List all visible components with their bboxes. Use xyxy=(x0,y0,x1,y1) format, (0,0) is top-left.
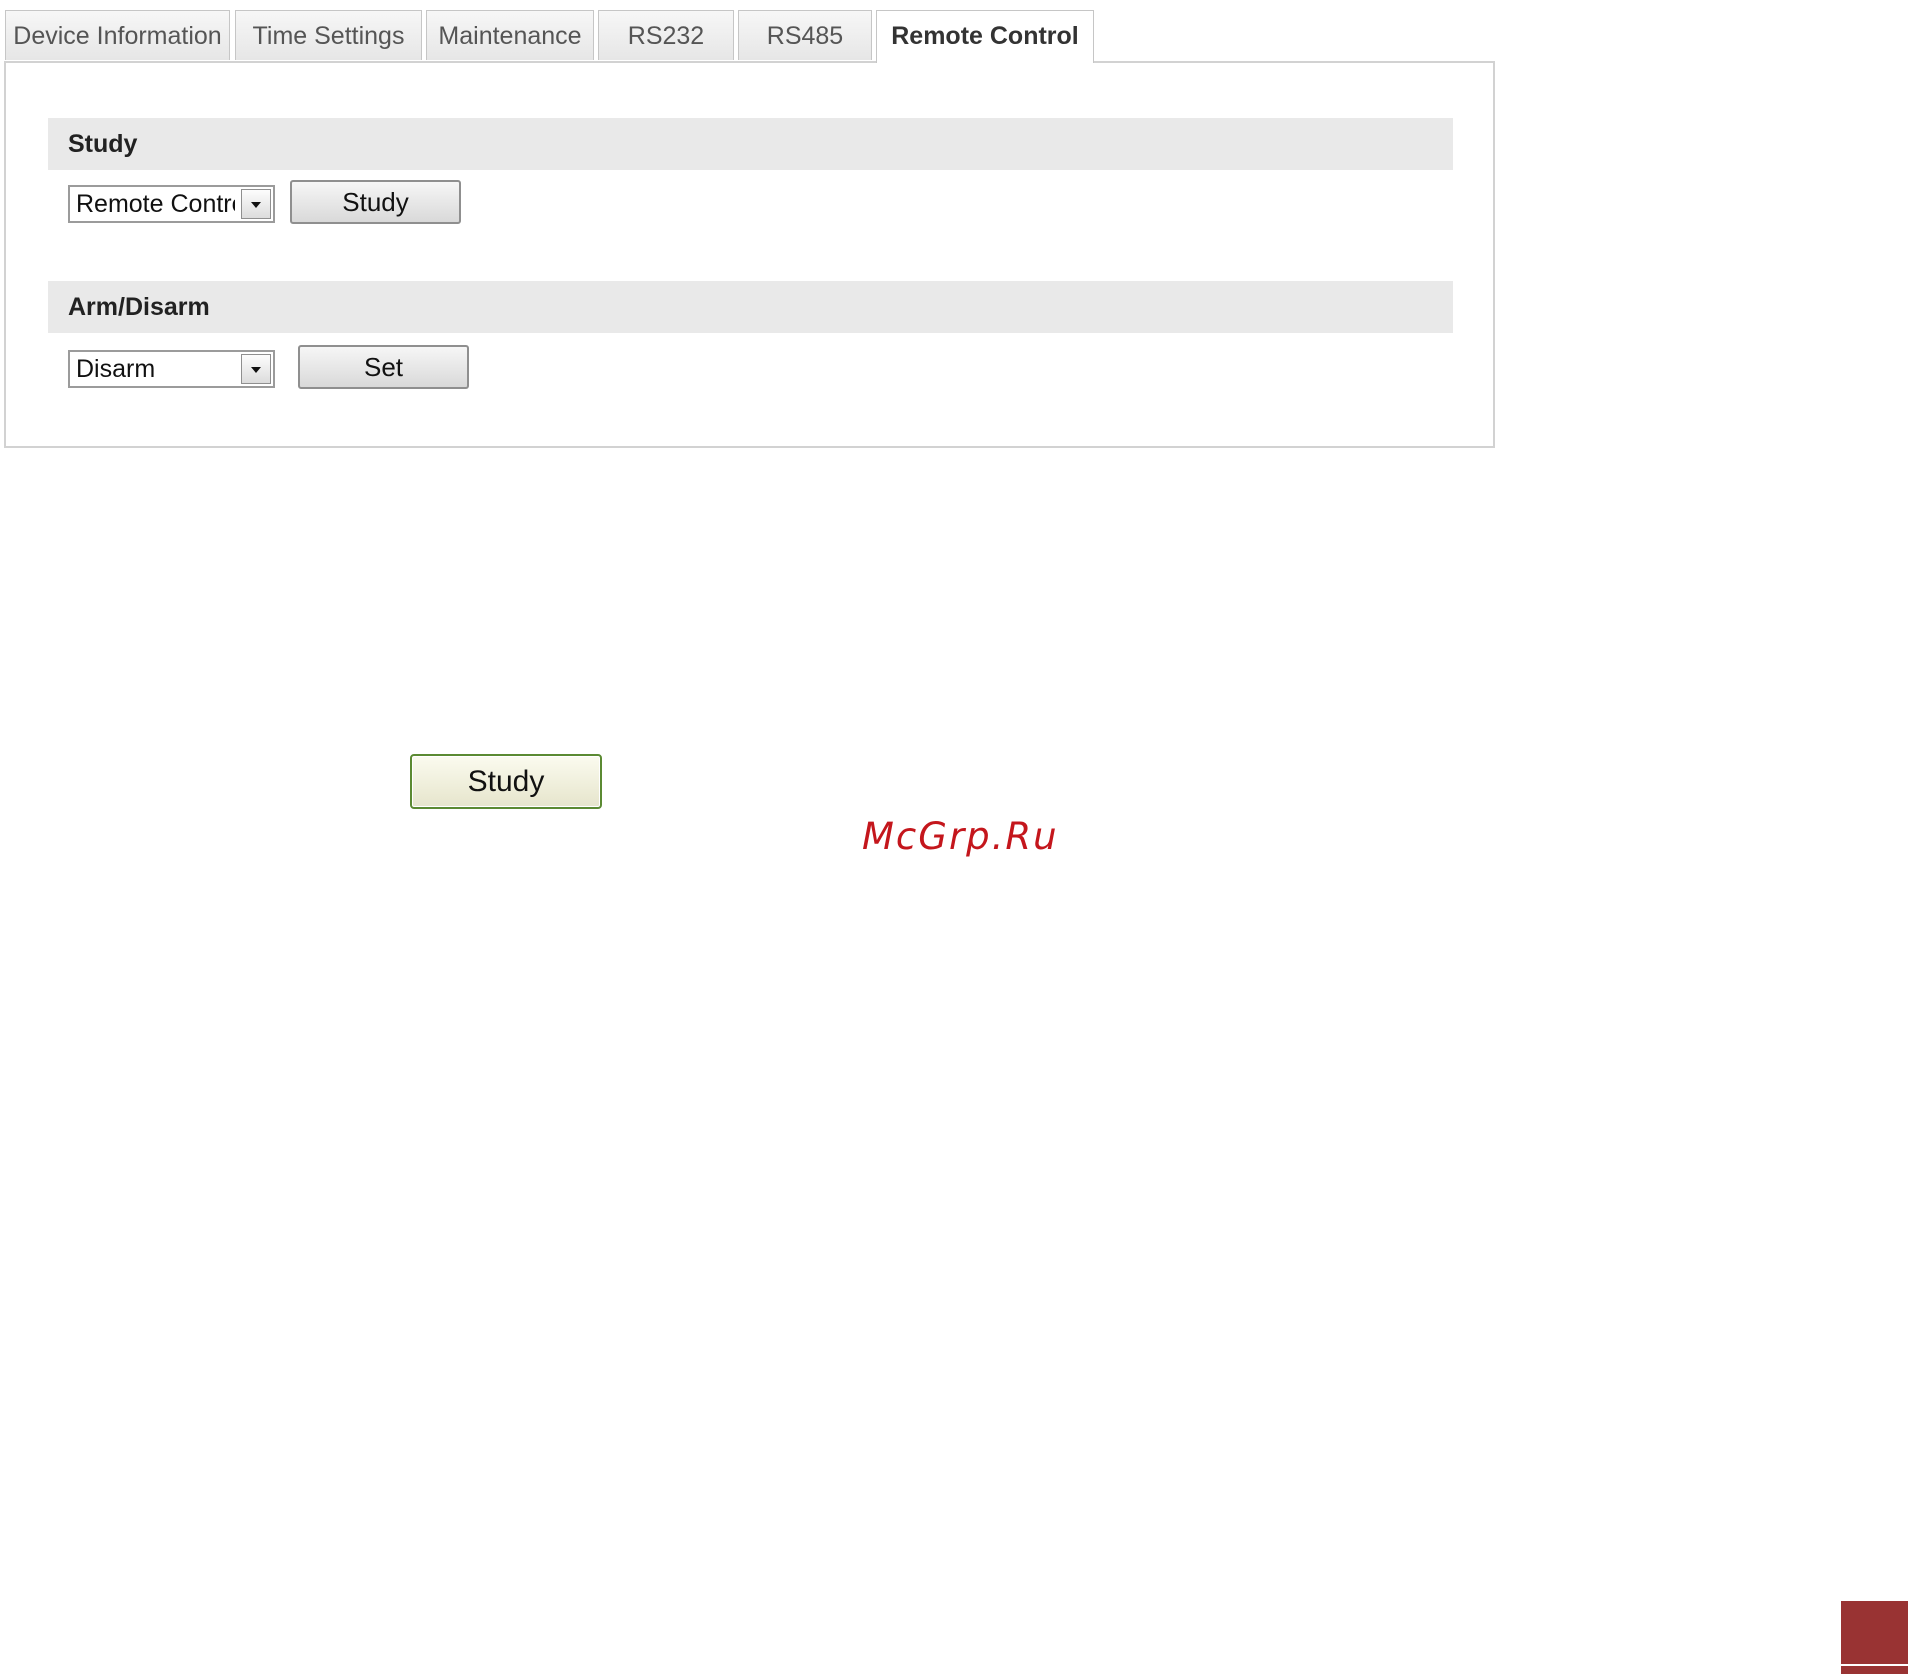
arm-disarm-section-header: Arm/Disarm xyxy=(48,281,1453,333)
chevron-down-icon[interactable] xyxy=(241,354,271,384)
set-button[interactable]: Set xyxy=(298,345,469,389)
page-corner-marker xyxy=(1841,1601,1908,1674)
tab-rs485[interactable]: RS485 xyxy=(738,10,872,60)
corner-divider xyxy=(1841,1664,1908,1666)
arm-disarm-section-title: Arm/Disarm xyxy=(68,293,210,321)
arm-disarm-select[interactable]: Disarm xyxy=(68,350,275,388)
remote-control-panel: Study Remote Control Study Arm/Disarm Di… xyxy=(4,61,1495,448)
chevron-down-icon[interactable] xyxy=(241,189,271,219)
study-section-header: Study xyxy=(48,118,1453,170)
study-section-title: Study xyxy=(68,130,138,158)
study-mode-select[interactable]: Remote Control xyxy=(68,185,275,223)
tab-time-settings[interactable]: Time Settings xyxy=(235,10,422,60)
tab-remote-control[interactable]: Remote Control xyxy=(876,10,1094,63)
study-mode-value: Remote Control xyxy=(76,190,235,218)
arm-disarm-value: Disarm xyxy=(76,355,156,383)
study-button[interactable]: Study xyxy=(290,180,461,224)
study-button-illustration[interactable]: Study xyxy=(410,754,602,809)
watermark-text: McGrp.Ru xyxy=(862,815,1059,858)
tab-rs232[interactable]: RS232 xyxy=(598,10,734,60)
tab-maintenance[interactable]: Maintenance xyxy=(426,10,594,60)
tab-device-information[interactable]: Device Information xyxy=(5,10,230,60)
